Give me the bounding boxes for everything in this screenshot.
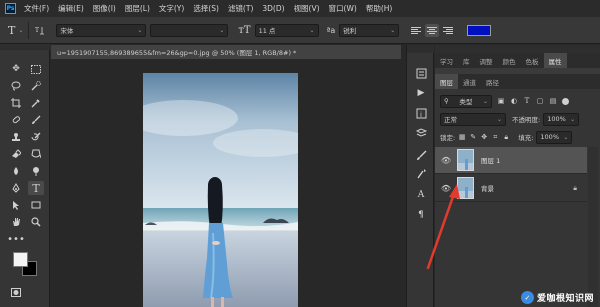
annotation-arrow [426, 184, 460, 270]
watermark-text: 爱咖根知识网 [536, 294, 594, 304]
watermark-logo-icon: ✓ [520, 291, 534, 304]
watermark: ✓ 爱咖根知识网 [520, 291, 594, 304]
